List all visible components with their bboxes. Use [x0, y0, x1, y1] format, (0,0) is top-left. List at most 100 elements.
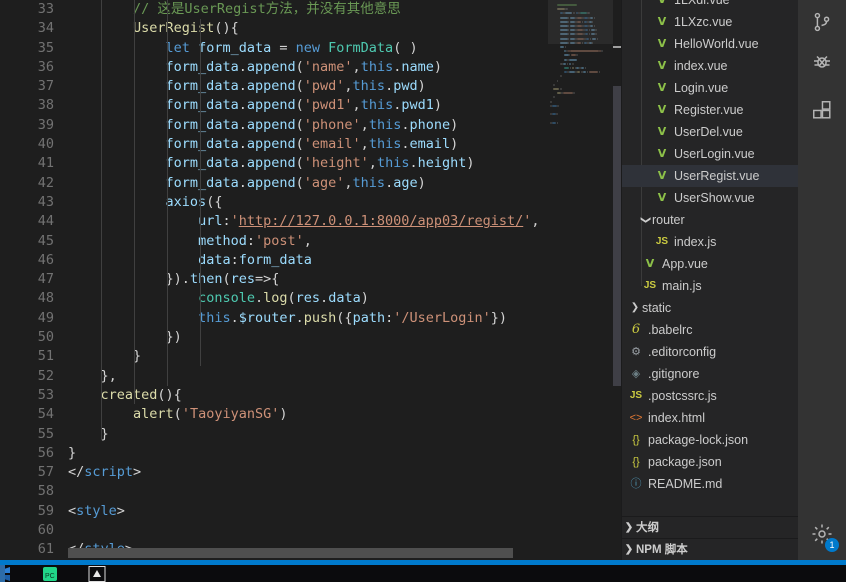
- minimap-line: [572, 67, 574, 69]
- taskbar-icon-app3[interactable]: [88, 566, 106, 582]
- minimap-line: [583, 71, 586, 73]
- explorer-sidebar[interactable]: V1LXdl.vueV1LXzc.vueVHelloWorld.vueVinde…: [621, 0, 798, 560]
- code-line[interactable]: 58: [0, 482, 621, 501]
- code-line[interactable]: 36form_data.append('name',this.name): [0, 58, 621, 77]
- code-line[interactable]: 56}: [0, 444, 621, 463]
- code-line[interactable]: 59<style>: [0, 502, 621, 521]
- minimap-line: [599, 71, 601, 73]
- chevron-right-icon: ❯: [622, 539, 636, 561]
- file-tree-item[interactable]: ❯router: [622, 209, 798, 231]
- code-line[interactable]: 47}).then(res=>{: [0, 270, 621, 289]
- line-number: 56: [0, 444, 54, 463]
- file-tree-item[interactable]: JS.postcssrc.js: [622, 385, 798, 407]
- file-tree-item[interactable]: ⓘREADME.md: [622, 473, 798, 495]
- vscode-window: 33// 这是UserRegist方法，并没有其他意思34UserRegist(…: [0, 0, 846, 582]
- line-number: 60: [0, 521, 54, 540]
- code-line[interactable]: 48console.log(res.data): [0, 289, 621, 308]
- file-tree-item[interactable]: ◈.gitignore: [622, 363, 798, 385]
- vue-file-icon: V: [654, 99, 670, 121]
- file-tree[interactable]: V1LXdl.vueV1LXzc.vueVHelloWorld.vueVinde…: [622, 0, 798, 497]
- activity-item-extensions[interactable]: [798, 88, 846, 136]
- vue-file-icon: V: [654, 11, 670, 33]
- activity-item-manage-settings[interactable]: 1: [798, 512, 846, 560]
- code-line[interactable]: 55}: [0, 425, 621, 444]
- code-line[interactable]: 60: [0, 521, 621, 540]
- taskbar-start-edge: [0, 565, 5, 582]
- code-line[interactable]: 49this.$router.push({path:'/UserLogin'}): [0, 309, 621, 328]
- code-line[interactable]: 40form_data.append('email',this.email): [0, 135, 621, 154]
- file-tree-item[interactable]: ❯static: [622, 297, 798, 319]
- file-tree-item[interactable]: VUserDel.vue: [622, 121, 798, 143]
- line-number: 49: [0, 309, 54, 328]
- code-line[interactable]: 45method:'post',: [0, 232, 621, 251]
- file-tree-item[interactable]: VLogin.vue: [622, 77, 798, 99]
- file-tree-item-label: UserRegist.vue: [674, 165, 759, 187]
- file-tree-item[interactable]: V1LXzc.vue: [622, 11, 798, 33]
- taskbar-icon-pycharm[interactable]: PC: [42, 566, 58, 582]
- activity-item-run-and-debug[interactable]: [798, 40, 846, 88]
- panel-outline[interactable]: ❯大纲: [622, 516, 798, 538]
- editor-horizontal-scrollbar-thumb[interactable]: [68, 548, 513, 558]
- code-line[interactable]: 43 axios({: [0, 193, 621, 212]
- editor-vertical-scrollbar-thumb[interactable]: [613, 86, 621, 386]
- editor-minimap[interactable]: [548, 0, 613, 560]
- file-tree-item[interactable]: <>index.html: [622, 407, 798, 429]
- minimap-line: [560, 88, 562, 90]
- file-tree-item[interactable]: VApp.vue: [622, 253, 798, 275]
- line-number: 47: [0, 270, 54, 289]
- minimap-slider[interactable]: [548, 0, 613, 44]
- file-tree-item[interactable]: {}package.json: [622, 451, 798, 473]
- line-content: axios({: [166, 193, 223, 212]
- line-number: 46: [0, 251, 54, 270]
- file-tree-item[interactable]: V1LXdl.vue: [622, 0, 798, 11]
- file-tree-item[interactable]: JSindex.js: [622, 231, 798, 253]
- minimap-line: [587, 71, 589, 73]
- file-tree-item[interactable]: JSmain.js: [622, 275, 798, 297]
- code-line[interactable]: 37form_data.append('pwd',this.pwd): [0, 77, 621, 96]
- file-tree-item[interactable]: VUserLogin.vue: [622, 143, 798, 165]
- line-number: 50: [0, 328, 54, 347]
- code-line[interactable]: 38form_data.append('pwd1',this.pwd1): [0, 96, 621, 115]
- minimap-line: [563, 92, 573, 94]
- file-tree-item[interactable]: {}package-lock.json: [622, 429, 798, 451]
- code-line[interactable]: 42form_data.append('age',this.age): [0, 174, 621, 193]
- line-number: 37: [0, 77, 54, 96]
- code-line[interactable]: 41form_data.append('height',this.height): [0, 154, 621, 173]
- file-tree-item[interactable]: VRegister.vue: [622, 99, 798, 121]
- file-tree-item[interactable]: 6.babelrc: [622, 319, 798, 341]
- code-line[interactable]: 39form_data.append('phone',this.phone): [0, 116, 621, 135]
- file-tree-item[interactable]: VUserShow.vue: [622, 187, 798, 209]
- file-tree-item-selected[interactable]: VUserRegist.vue: [622, 165, 798, 187]
- line-number: 48: [0, 289, 54, 308]
- line-content: UserRegist(){: [133, 19, 239, 38]
- code-line[interactable]: 44url:'http://127.0.0.1:8000/app03/regis…: [0, 212, 621, 231]
- code-line[interactable]: 52},: [0, 367, 621, 386]
- file-tree-item[interactable]: VHelloWorld.vue: [622, 33, 798, 55]
- file-tree-item[interactable]: ⚙.editorconfig: [622, 341, 798, 363]
- line-number: 43: [0, 193, 54, 212]
- minimap-line: [564, 54, 569, 56]
- panel-npm-scripts[interactable]: ❯NPM 脚本: [622, 538, 798, 560]
- file-tree-item-label: .editorconfig: [648, 341, 716, 363]
- minimap-line: [585, 67, 587, 69]
- file-tree-item-label: UserDel.vue: [674, 121, 743, 143]
- code-line[interactable]: 57</script>: [0, 463, 621, 482]
- code-line[interactable]: 51}: [0, 347, 621, 366]
- code-line[interactable]: 34UserRegist(){: [0, 19, 621, 38]
- file-tree-item-label: package.json: [648, 451, 722, 473]
- code-line[interactable]: 35let form_data = new FormData( ): [0, 39, 621, 58]
- windows-taskbar[interactable]: PC ▲ 拼 ℃ ♩ 中: [0, 565, 846, 582]
- json-file-icon: {}: [628, 451, 644, 473]
- file-tree-item[interactable]: Vindex.vue: [622, 55, 798, 77]
- code-line[interactable]: 54alert('TaoyiyanSG'): [0, 405, 621, 424]
- code-editor[interactable]: 33// 这是UserRegist方法，并没有其他意思34UserRegist(…: [0, 0, 621, 560]
- code-lines[interactable]: 33// 这是UserRegist方法，并没有其他意思34UserRegist(…: [0, 0, 621, 560]
- minimap-line: [557, 122, 559, 124]
- code-line[interactable]: 53created(){: [0, 386, 621, 405]
- code-line[interactable]: 33// 这是UserRegist方法，并没有其他意思: [0, 0, 621, 19]
- minimap-line: [577, 71, 580, 73]
- minimap-line: [569, 59, 576, 61]
- code-line[interactable]: 50}): [0, 328, 621, 347]
- activity-bar[interactable]: 1: [798, 0, 846, 560]
- code-line[interactable]: 46data:form_data: [0, 251, 621, 270]
